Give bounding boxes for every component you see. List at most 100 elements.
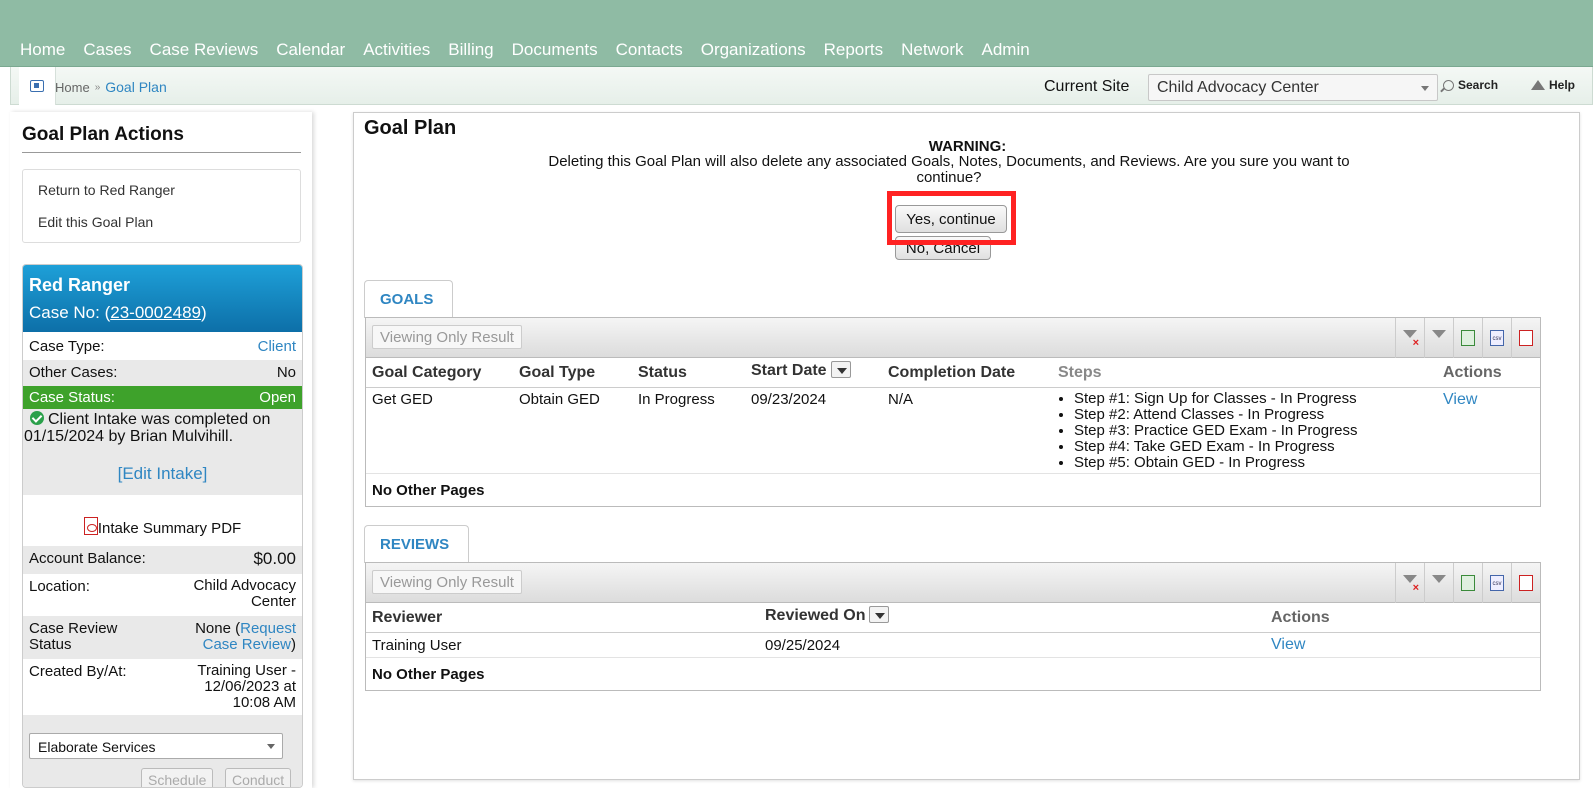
- csv-export-button[interactable]: csv: [1482, 318, 1511, 358]
- page-title: Goal Plan: [364, 117, 457, 139]
- list-item: Step #2: Attend Classes - In Progress: [1074, 407, 1357, 423]
- list-item: Step #3: Practice GED Exam - In Progress: [1074, 423, 1357, 439]
- case-status-row: Case Status: Open: [23, 386, 302, 409]
- reviews-tool-icons: × csv: [1395, 563, 1540, 603]
- excel-export-button[interactable]: [1453, 563, 1482, 603]
- created-label: Created By/At:: [29, 663, 127, 680]
- created-line-3: 10:08 AM: [232, 694, 296, 711]
- help-link[interactable]: Help: [1531, 78, 1575, 92]
- breadcrumb-current: Goal Plan: [105, 79, 167, 95]
- location-row: Location: Child Advocacy Center: [23, 574, 302, 616]
- help-label: Help: [1549, 78, 1576, 92]
- request-case-review-link-2[interactable]: Case Review: [203, 636, 291, 653]
- reviews-pager: No Other Pages: [366, 658, 1540, 690]
- csv-export-button[interactable]: csv: [1482, 563, 1511, 603]
- nav-organizations[interactable]: Organizations: [701, 40, 806, 60]
- col-reviewed-on[interactable]: Reviewed On: [765, 606, 890, 625]
- reviews-grid: Viewing Only Result × csv Reviewer Revie…: [365, 562, 1541, 691]
- case-number-link[interactable]: 23-0002489: [110, 303, 201, 322]
- reviewed-on-cell: 09/25/2024: [765, 637, 841, 654]
- filter-icon: [1432, 330, 1446, 346]
- start-date-cell: 09/23/2024: [751, 391, 827, 408]
- schedule-button[interactable]: Schedule: [141, 768, 214, 787]
- location-label: Location:: [29, 578, 90, 595]
- tab-reviews[interactable]: REVIEWS: [364, 525, 469, 563]
- nav-network[interactable]: Network: [901, 40, 963, 60]
- nav-contacts[interactable]: Contacts: [616, 40, 683, 60]
- status-cell: In Progress: [638, 391, 715, 408]
- nav-reports[interactable]: Reports: [824, 40, 884, 60]
- account-balance-value: $0.00: [253, 549, 296, 568]
- goal-type-cell: Obtain GED: [519, 391, 600, 408]
- top-nav-bar: Home Cases Case Reviews Calendar Activit…: [0, 0, 1593, 67]
- chevron-down-icon: [267, 744, 275, 749]
- main-nav: Home Cases Case Reviews Calendar Activit…: [20, 40, 1030, 60]
- goal-category-cell: Get GED: [372, 391, 433, 408]
- excel-export-icon: [1461, 330, 1475, 346]
- created-row: Created By/At: Training User -12/06/2023…: [23, 659, 302, 713]
- services-select[interactable]: Elaborate Services: [29, 733, 283, 759]
- csv-export-icon: csv: [1490, 575, 1504, 591]
- clear-filter-button[interactable]: ×: [1395, 563, 1424, 603]
- edit-intake-link[interactable]: [Edit Intake]: [23, 464, 302, 484]
- return-to-case-link[interactable]: Return to Red Ranger: [38, 182, 175, 198]
- pdf-export-button[interactable]: [1511, 318, 1540, 358]
- current-site-select[interactable]: Child Advocacy Center: [1148, 74, 1438, 101]
- nav-activities[interactable]: Activities: [363, 40, 430, 60]
- location-line-2: Center: [250, 593, 296, 610]
- goals-toolbar: Viewing Only Result × csv: [366, 318, 1540, 358]
- nav-home[interactable]: Home: [20, 40, 65, 60]
- search-label: Search: [1458, 78, 1499, 92]
- location-value: Child Advocacy Center: [193, 578, 296, 610]
- col-start-date-label: Start Date: [751, 362, 827, 379]
- sidebar-toggle-button[interactable]: [19, 67, 56, 105]
- view-goal-link[interactable]: View: [1443, 391, 1477, 409]
- col-actions: Actions: [1271, 609, 1330, 626]
- case-number-close: ): [201, 303, 207, 322]
- search-link[interactable]: Search: [1443, 78, 1498, 92]
- nav-documents[interactable]: Documents: [512, 40, 598, 60]
- viewing-only-result: Viewing Only Result: [372, 570, 522, 594]
- status-badge: Open: [259, 389, 296, 406]
- divider: [22, 152, 301, 153]
- nav-billing[interactable]: Billing: [448, 40, 493, 60]
- clear-filter-icon: ×: [1403, 575, 1419, 594]
- pager-text: No Other Pages: [372, 666, 485, 683]
- tab-goals[interactable]: GOALS: [364, 280, 453, 318]
- filter-button[interactable]: [1424, 318, 1453, 358]
- edit-goal-plan-link[interactable]: Edit this Goal Plan: [38, 214, 153, 230]
- case-summary-card: Red Ranger Case No: (23-0002489) Case Ty…: [22, 264, 303, 788]
- nav-admin[interactable]: Admin: [982, 40, 1030, 60]
- conduct-button[interactable]: Conduct: [225, 768, 292, 787]
- chevron-down-icon: [1421, 86, 1429, 91]
- intake-summary-pdf-link[interactable]: Intake Summary PDF: [23, 517, 302, 537]
- goals-grid: Viewing Only Result × csv Goal Category …: [365, 317, 1541, 507]
- intake-note: Client Intake was completed on 01/15/202…: [24, 411, 294, 445]
- case-review-label-1: Case Review: [29, 620, 118, 637]
- excel-export-button[interactable]: [1453, 318, 1482, 358]
- nav-case-reviews[interactable]: Case Reviews: [150, 40, 259, 60]
- sort-desc-icon[interactable]: [830, 361, 851, 378]
- intake-section: Client Intake was completed on 01/15/202…: [23, 409, 302, 495]
- pdf-export-icon: [1519, 330, 1533, 346]
- breadcrumb-home[interactable]: Home: [55, 80, 90, 95]
- filter-button[interactable]: [1424, 563, 1453, 603]
- request-case-review-link[interactable]: Request: [240, 620, 296, 637]
- sort-desc-icon[interactable]: [869, 606, 890, 623]
- pdf-export-icon: [1519, 575, 1533, 591]
- nav-calendar[interactable]: Calendar: [276, 40, 345, 60]
- intake-note-text: Client Intake was completed on 01/15/202…: [24, 411, 271, 445]
- pdf-icon: [83, 517, 98, 535]
- reviewer-cell: Training User: [372, 637, 462, 654]
- col-start-date[interactable]: Start Date: [751, 361, 851, 380]
- excel-export-icon: [1461, 575, 1475, 591]
- col-actions: Actions: [1443, 364, 1502, 381]
- nav-cases[interactable]: Cases: [83, 40, 131, 60]
- clear-filter-button[interactable]: ×: [1395, 318, 1424, 358]
- view-review-link[interactable]: View: [1271, 636, 1305, 654]
- pdf-export-button[interactable]: [1511, 563, 1540, 603]
- created-line-1: Training User -: [197, 662, 296, 679]
- created-line-2: 12/06/2023 at: [204, 678, 296, 695]
- account-balance-label: Account Balance:: [29, 550, 146, 567]
- case-type-value[interactable]: Client: [258, 338, 296, 355]
